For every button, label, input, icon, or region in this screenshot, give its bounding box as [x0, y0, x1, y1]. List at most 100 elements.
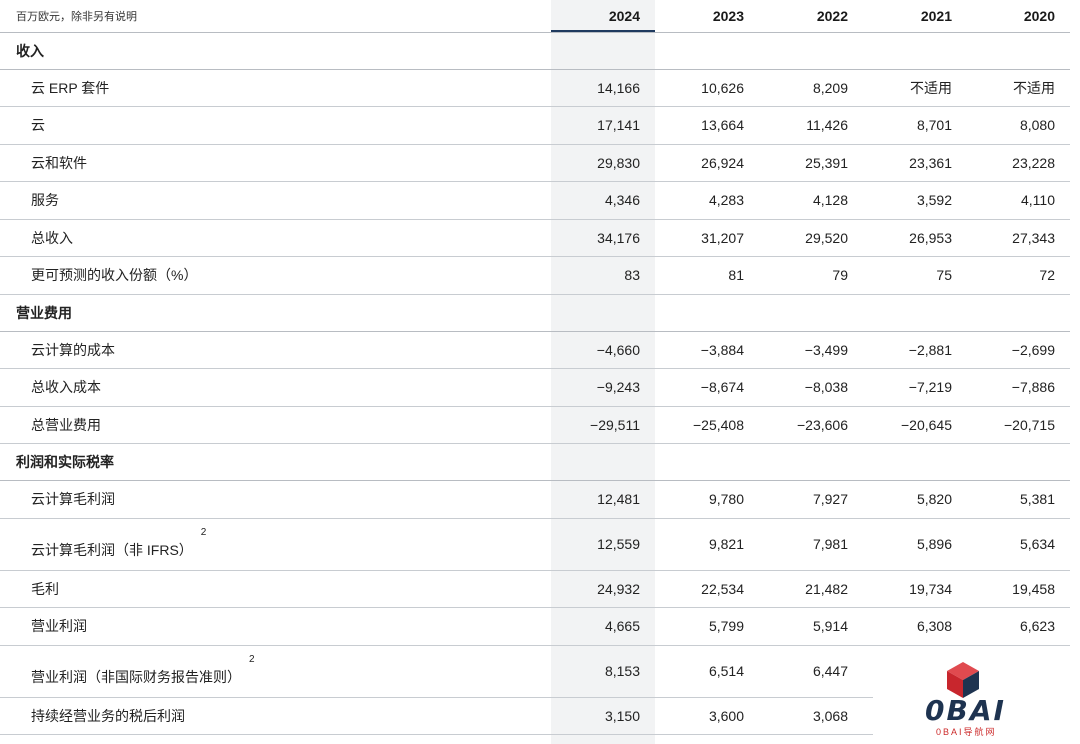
section-row: 利润和实际税率: [0, 443, 1070, 481]
cell-value: 27,343: [967, 219, 1070, 257]
row-label: 总收入: [0, 219, 551, 257]
row-label: 云计算毛利润（非 IFRS） 2: [0, 518, 551, 571]
cell-value: −4,660: [551, 331, 655, 369]
cell-value: −7,886: [967, 368, 1070, 407]
year-header: 2021: [863, 0, 967, 33]
cell-value: 9,780: [655, 480, 759, 519]
table-row: 云计算毛利润 12,481 9,780 7,927 5,820 5,381: [0, 480, 1070, 519]
table-row: 服务 4,346 4,283 4,128 3,592 4,110: [0, 181, 1070, 220]
section-title: 利润和实际税率: [0, 443, 1070, 481]
row-label: 更可预测的收入份额（%）: [0, 256, 551, 295]
table-row: 云 17,141 13,664 11,426 8,701 8,080: [0, 106, 1070, 145]
cell-value: 3,600: [655, 697, 759, 735]
footnote-marker: 2: [200, 526, 207, 538]
section-row: 营业费用: [0, 294, 1070, 332]
financial-table: 百万欧元，除非另有说明 2024 2023 2022 2021 2020 收入 …: [0, 0, 1070, 735]
table-row: 总收入成本 −9,243 −8,674 −8,038 −7,219 −7,886: [0, 368, 1070, 407]
cell-value: 4,128: [759, 181, 863, 220]
cell-value: −20,715: [967, 406, 1070, 444]
cell-value: 83: [551, 256, 655, 295]
cell-value: 3,592: [863, 181, 967, 220]
year-header: 2022: [759, 0, 863, 33]
cell-value: 12,559: [551, 518, 655, 571]
table-row: 总收入 34,176 31,207 29,520 26,953 27,343: [0, 219, 1070, 257]
cell-value: 17,141: [551, 106, 655, 145]
section-title: 营业费用: [0, 294, 1070, 332]
cell-value: 6,308: [863, 607, 967, 646]
cell-value: 5,634: [967, 518, 1070, 571]
watermark-subtext: 0BAI导航网: [936, 727, 997, 737]
row-label: 云计算毛利润: [0, 480, 551, 519]
cell-value: 19,458: [967, 570, 1070, 608]
cell-value: 11,426: [759, 106, 863, 145]
row-label: 云计算的成本: [0, 331, 551, 369]
table-row: 更可预测的收入份额（%） 83 81 79 75 72: [0, 256, 1070, 295]
section-title: 收入: [0, 32, 1070, 70]
cell-value: 6,623: [967, 607, 1070, 646]
cell-value: −3,884: [655, 331, 759, 369]
cell-value: −3,499: [759, 331, 863, 369]
row-label: 营业利润（非国际财务报告准则） 2: [0, 645, 551, 698]
row-label: 云和软件: [0, 144, 551, 182]
cell-value: 12,481: [551, 480, 655, 519]
cell-value: −9,243: [551, 368, 655, 407]
cell-value: 不适用: [863, 69, 967, 107]
year-header: 2023: [655, 0, 759, 33]
cell-value: 5,896: [863, 518, 967, 571]
cell-value: 4,110: [967, 181, 1070, 220]
footnote-marker: 2: [249, 653, 255, 665]
cell-value: 29,520: [759, 219, 863, 257]
cell-value: 10,626: [655, 69, 759, 107]
cell-value: 5,799: [655, 607, 759, 646]
section-row: 收入: [0, 32, 1070, 70]
cell-value: 14,166: [551, 69, 655, 107]
table-row: 总营业费用 −29,511 −25,408 −23,606 −20,645 −2…: [0, 406, 1070, 444]
cell-value: 34,176: [551, 219, 655, 257]
table-row: 云和软件 29,830 26,924 25,391 23,361 23,228: [0, 144, 1070, 182]
cell-value: 72: [967, 256, 1070, 295]
cell-value: 4,283: [655, 181, 759, 220]
cell-value: 8,701: [863, 106, 967, 145]
cell-value: 7,927: [759, 480, 863, 519]
cell-value: 26,953: [863, 219, 967, 257]
row-label: 服务: [0, 181, 551, 220]
cell-value: 3,068: [759, 697, 863, 735]
cell-value: 7,981: [759, 518, 863, 571]
header-row: 百万欧元，除非另有说明 2024 2023 2022 2021 2020: [0, 0, 1070, 33]
cell-value: 24,932: [551, 570, 655, 608]
cell-value: 6,514: [655, 645, 759, 698]
cell-value: −2,699: [967, 331, 1070, 369]
watermark: 0BAI 0BAI导航网: [873, 650, 1073, 744]
cell-value: 26,924: [655, 144, 759, 182]
cell-value: 5,381: [967, 480, 1070, 519]
cell-value: 79: [759, 256, 863, 295]
cell-value: 6,447: [759, 645, 863, 698]
cell-value: −25,408: [655, 406, 759, 444]
cell-value: 9,821: [655, 518, 759, 571]
cell-value: −2,881: [863, 331, 967, 369]
cell-value: 8,080: [967, 106, 1070, 145]
cell-value: −23,606: [759, 406, 863, 444]
cell-value: 23,361: [863, 144, 967, 182]
cell-value: −8,674: [655, 368, 759, 407]
cell-value: 31,207: [655, 219, 759, 257]
cell-value: 81: [655, 256, 759, 295]
row-label: 持续经营业务的税后利润: [0, 697, 551, 735]
row-label: 毛利: [0, 570, 551, 608]
table-row: 云计算毛利润（非 IFRS） 2 12,559 9,821 7,981 5,896…: [0, 518, 1070, 571]
row-label-text: 营业利润（非国际财务报告准则）: [31, 668, 241, 685]
cell-value: 25,391: [759, 144, 863, 182]
cell-value: −29,511: [551, 406, 655, 444]
watermark-logo-text: 0BAI: [925, 694, 1006, 727]
year-header: 2024: [551, 0, 655, 33]
table-row: 云计算的成本 −4,660 −3,884 −3,499 −2,881 −2,69…: [0, 331, 1070, 369]
row-label: 云: [0, 106, 551, 145]
cell-value: 19,734: [863, 570, 967, 608]
cell-value: 22,534: [655, 570, 759, 608]
cell-value: 23,228: [967, 144, 1070, 182]
row-label-text: 云计算毛利润（非 IFRS）: [31, 541, 193, 558]
cell-value: 3,150: [551, 697, 655, 735]
row-label: 云 ERP 套件: [0, 69, 551, 107]
table-row: 毛利 24,932 22,534 21,482 19,734 19,458: [0, 570, 1070, 608]
year-header: 2020: [967, 0, 1070, 33]
